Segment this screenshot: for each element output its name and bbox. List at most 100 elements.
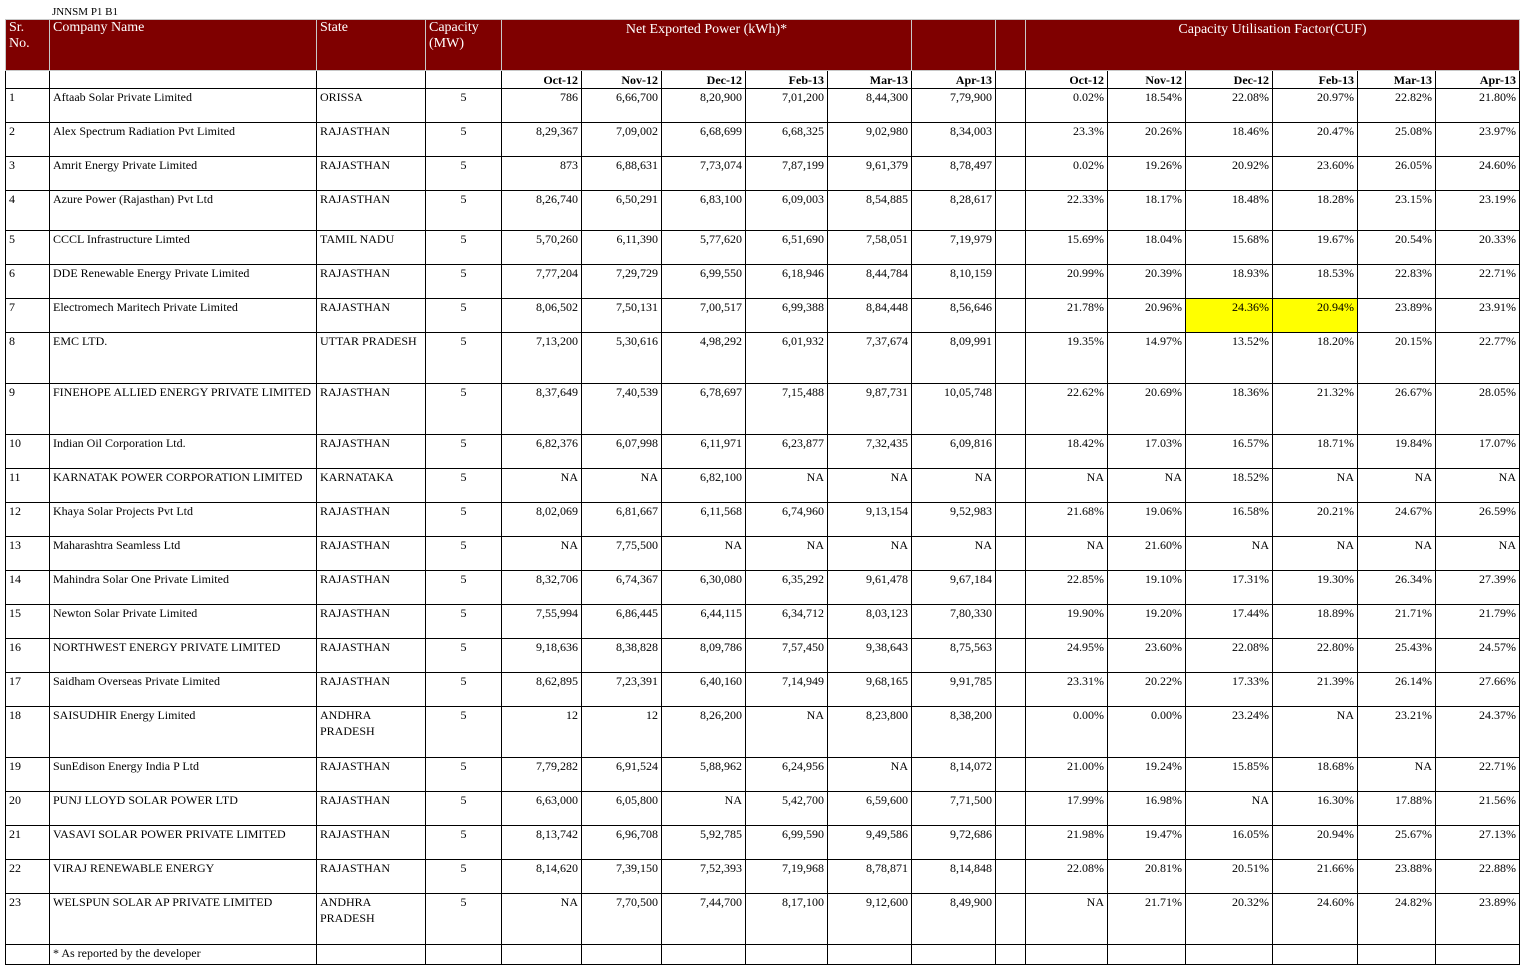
cuf-cell: 20.26% <box>1107 122 1186 157</box>
net-power-cell: 8,78,497 <box>911 156 996 191</box>
cuf-cell: 26.14% <box>1357 672 1436 707</box>
net-power-cell: 8,10,159 <box>911 264 996 299</box>
cuf-cell: 20.96% <box>1107 298 1186 333</box>
sr-no-cell: 16 <box>5 638 50 673</box>
footnote-blank-cell <box>5 944 50 965</box>
capacity-cell: 5 <box>425 230 502 265</box>
cuf-cell: 25.43% <box>1357 638 1436 673</box>
cuf-cell: 21.32% <box>1272 383 1358 435</box>
cuf-cell: 23.31% <box>1025 672 1108 707</box>
cuf-cell: 16.30% <box>1272 791 1358 826</box>
cuf-cell: 20.81% <box>1107 859 1186 894</box>
capacity-cell: 5 <box>425 757 502 792</box>
net-power-cell: NA <box>581 468 662 503</box>
company-name-cell: Mahindra Solar One Private Limited <box>49 570 317 605</box>
footnote-blank-cell <box>581 944 662 965</box>
cuf-cell: 23.21% <box>1357 706 1436 758</box>
cuf-cell: 22.08% <box>1185 88 1273 123</box>
table-row: 16 NORTHWEST ENERGY PRIVATE LIMITED RAJAST… <box>5 638 1520 673</box>
cuf-cell: 24.37% <box>1435 706 1520 758</box>
company-name-cell: Electromech Maritech Private Limited <box>49 298 317 333</box>
net-power-cell: 6,74,367 <box>581 570 662 605</box>
cuf-cell: NA <box>1435 536 1520 571</box>
table-row: 4 Azure Power (Rajasthan) Pvt Ltd RAJASTHA… <box>5 190 1520 231</box>
cuf-cell: 18.53% <box>1272 264 1358 299</box>
table-row: 13 Maharashtra Seamless Ltd RAJASTHAN 5 NA 7,… <box>5 536 1520 571</box>
cuf-cell: 24.67% <box>1357 502 1436 537</box>
cuf-cell: 20.69% <box>1107 383 1186 435</box>
cuf-cell: 27.13% <box>1435 825 1520 860</box>
net-power-cell: 9,61,379 <box>827 156 912 191</box>
cuf-month-header: Feb-13 <box>1272 70 1358 89</box>
net-power-cell: 8,26,200 <box>661 706 746 758</box>
cuf-cell: 22.82% <box>1357 88 1436 123</box>
company-name-cell: Alex Spectrum Radiation Pvt Limited <box>49 122 317 157</box>
net-power-cell: 9,52,983 <box>911 502 996 537</box>
cuf-cell: 17.33% <box>1185 672 1273 707</box>
cuf-cell: 17.03% <box>1107 434 1186 469</box>
net-power-cell: 6,78,697 <box>661 383 746 435</box>
sr-no-cell: 3 <box>5 156 50 191</box>
net-power-cell: NA <box>661 536 746 571</box>
capacity-cell: 5 <box>425 893 502 945</box>
state-cell: TAMIL NADU <box>316 230 426 265</box>
net-power-cell: 9,49,586 <box>827 825 912 860</box>
net-power-cell: NA <box>827 468 912 503</box>
net-power-cell: 9,72,686 <box>911 825 996 860</box>
company-name-cell: CCCL Infrastructure Limted <box>49 230 317 265</box>
net-power-cell: 6,88,631 <box>581 156 662 191</box>
state-cell: KARNATAKA <box>316 468 426 503</box>
footnote-text: * As reported by the developer <box>49 944 317 965</box>
company-name-cell: PUNJ LLOYD SOLAR POWER LTD <box>49 791 317 826</box>
net-power-cell: 6,50,291 <box>581 190 662 231</box>
net-power-cell: 10,05,748 <box>911 383 996 435</box>
capacity-cell: 5 <box>425 332 502 384</box>
net-power-cell: 8,26,740 <box>501 190 582 231</box>
company-name-cell: DDE Renewable Energy Private Limited <box>49 264 317 299</box>
company-name-cell: Maharashtra Seamless Ltd <box>49 536 317 571</box>
net-power-cell: 8,28,617 <box>911 190 996 231</box>
cuf-cell: 16.98% <box>1107 791 1186 826</box>
cuf-cell: 18.93% <box>1185 264 1273 299</box>
cuf-cell: 26.34% <box>1357 570 1436 605</box>
cuf-cell: 24.95% <box>1025 638 1108 673</box>
net-power-cell: 8,37,649 <box>501 383 582 435</box>
net-power-cell: 9,12,600 <box>827 893 912 945</box>
table-row: 9 FINEHOPE ALLIED ENERGY PRIVATE LIMITED R… <box>5 383 1520 435</box>
cuf-cell: 21.71% <box>1357 604 1436 639</box>
net-power-cell: 6,59,600 <box>827 791 912 826</box>
capacity-cell: 5 <box>425 536 502 571</box>
company-name-cell: KARNATAK POWER CORPORATION LIMITED <box>49 468 317 503</box>
net-power-cell: 12 <box>501 706 582 758</box>
power-month-header: Oct-12 <box>501 70 582 89</box>
net-power-cell: 7,40,539 <box>581 383 662 435</box>
cuf-cell: 27.39% <box>1435 570 1520 605</box>
table-row: 6 DDE Renewable Energy Private Limited RAJ… <box>5 264 1520 299</box>
net-power-cell: 4,98,292 <box>661 332 746 384</box>
cuf-cell: 22.80% <box>1272 638 1358 673</box>
capacity-cell: 5 <box>425 156 502 191</box>
net-power-cell: 6,30,080 <box>661 570 746 605</box>
gap-cell <box>995 536 1026 571</box>
header-capacity: Capacity (MW) <box>425 19 502 71</box>
gap-cell <box>995 468 1026 503</box>
sr-no-cell: 2 <box>5 122 50 157</box>
state-cell: RAJASTHAN <box>316 604 426 639</box>
net-power-cell: 9,02,980 <box>827 122 912 157</box>
cuf-cell: 21.71% <box>1107 893 1186 945</box>
month-blank-sr <box>5 70 50 89</box>
cuf-cell: 22.85% <box>1025 570 1108 605</box>
net-power-cell: NA <box>745 536 828 571</box>
net-power-cell: 8,14,072 <box>911 757 996 792</box>
net-power-cell: 6,18,946 <box>745 264 828 299</box>
gap-cell <box>995 230 1026 265</box>
cuf-cell: 18.28% <box>1272 190 1358 231</box>
footnote-blank-cell <box>827 944 912 965</box>
net-power-cell: 6,91,524 <box>581 757 662 792</box>
footnote-blank-cell <box>911 944 996 965</box>
state-cell: RAJASTHAN <box>316 434 426 469</box>
cuf-cell: NA <box>1357 536 1436 571</box>
cuf-cell: 22.08% <box>1025 859 1108 894</box>
net-power-cell: NA <box>501 536 582 571</box>
cuf-cell: 21.79% <box>1435 604 1520 639</box>
